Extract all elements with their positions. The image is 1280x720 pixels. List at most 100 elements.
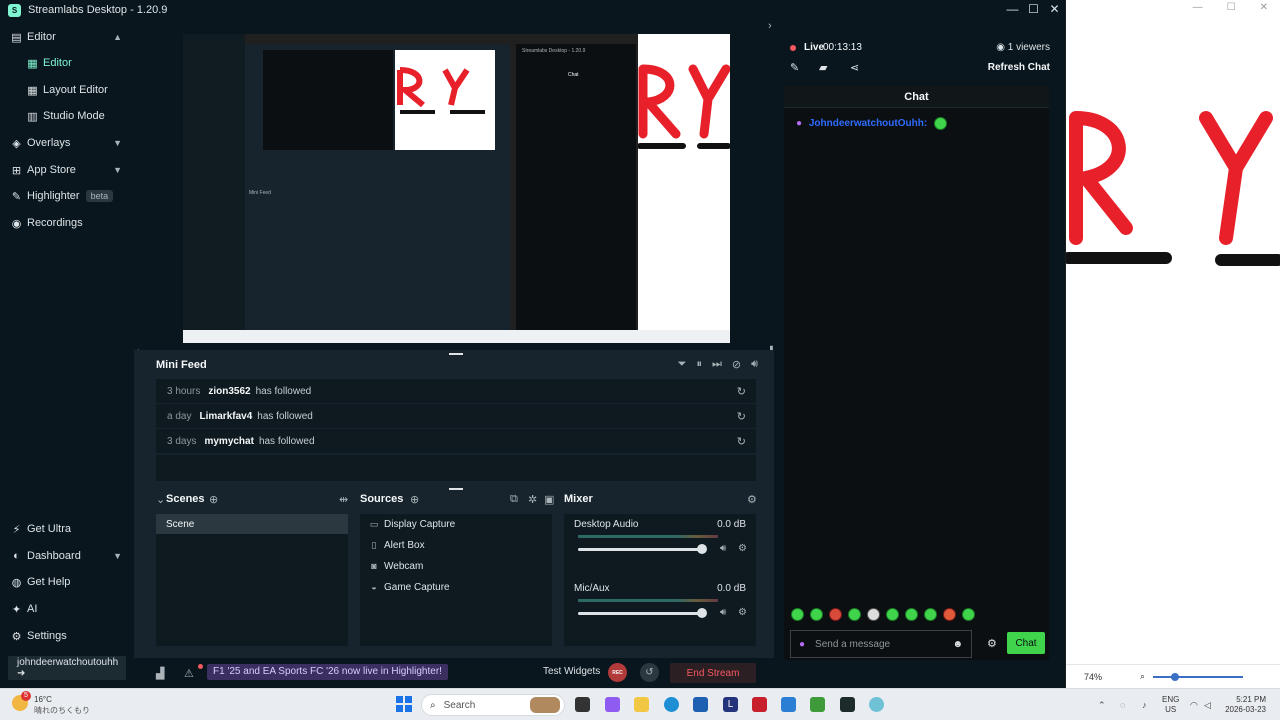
emote-icon[interactable] <box>791 608 804 621</box>
source-folder-icon[interactable]: ▣ <box>544 493 554 506</box>
collapse-right-icon[interactable]: › <box>768 20 772 32</box>
emote-icon[interactable] <box>829 608 842 621</box>
share-icon[interactable]: ⋖ <box>850 61 859 74</box>
test-widgets-button[interactable]: Test Widgets <box>543 666 600 677</box>
replay-icon[interactable]: ↻ <box>737 435 746 448</box>
app-l-icon[interactable]: L <box>723 697 738 712</box>
minimize-icon[interactable]: — <box>1002 0 1023 20</box>
input-language[interactable]: ENG US <box>1162 695 1179 715</box>
skip-icon[interactable]: ⏭ <box>712 358 722 371</box>
background-window-controls[interactable]: — ☐ ✕ <box>1181 0 1280 16</box>
announcement-banner[interactable]: F1 '25 and EA Sports FC '26 now live in … <box>207 664 448 680</box>
chevron-up-icon[interactable]: ▲ <box>113 32 122 42</box>
channel-settings-icon[interactable]: ⚙ <box>738 543 747 554</box>
chat-settings-icon[interactable]: ⚙ <box>987 637 997 650</box>
close-icon[interactable]: ✕ <box>1044 0 1065 20</box>
source-item[interactable]: ◙ Webcam <box>368 556 423 576</box>
emote-icon[interactable] <box>905 608 918 621</box>
volume-icon[interactable]: 🔊︎ <box>720 607 726 618</box>
chat-username[interactable]: JohndeerwatchoutOuhh <box>809 118 924 129</box>
sidebar-item-get-ultra[interactable]: ⚡ Get Ultra <box>0 516 134 542</box>
sidebar-item-editor-group[interactable]: ▤ Editor ▲ <box>0 24 134 50</box>
sidebar-item-overlays[interactable]: ◈ Overlays ▼ <box>0 130 134 156</box>
app-globe-icon[interactable] <box>869 697 884 712</box>
windows-start-icon[interactable] <box>396 696 412 712</box>
channel-settings-icon[interactable]: ⚙ <box>738 607 747 618</box>
bg-minimize-icon[interactable]: — <box>1193 2 1203 14</box>
replay-buffer-icon[interactable]: ↺ <box>640 663 659 682</box>
source-item[interactable]: ▭ Display Capture <box>368 514 455 534</box>
emote-icon[interactable] <box>886 608 899 621</box>
source-item[interactable]: ▯ Alert Box <box>368 535 425 555</box>
tray-mic-icon[interactable]: ♪ <box>1142 700 1147 710</box>
wifi-icon[interactable]: ◠ <box>1190 700 1198 711</box>
scene-item[interactable]: Scene <box>156 514 348 534</box>
tray-network-icon[interactable]: ◌ <box>1120 700 1125 710</box>
sidebar-item-settings[interactable]: ⚙ Settings <box>0 623 134 649</box>
chevron-down-icon[interactable]: ▼ <box>113 551 122 561</box>
sidebar-item-ai[interactable]: ✦ AI <box>0 596 134 622</box>
stream-preview[interactable]: Mini Feed Chat Streamlabs Desktop - 1.20… <box>183 34 730 343</box>
chevron-down-icon[interactable]: ▼ <box>113 138 122 148</box>
antivirus-icon[interactable] <box>752 697 767 712</box>
emote-icon[interactable] <box>962 608 975 621</box>
zoom-value[interactable]: 74% <box>1084 672 1102 682</box>
edit-icon[interactable]: ✎ <box>790 61 799 74</box>
add-scene-icon[interactable]: ⊕ <box>209 493 218 506</box>
user-account-button[interactable]: johndeerwatchoutouhh ➜ <box>8 656 126 680</box>
volume-slider[interactable] <box>578 612 702 615</box>
zoom-slider[interactable] <box>1153 672 1244 681</box>
pause-icon[interactable]: ⏸ <box>696 358 702 371</box>
filter-icon[interactable]: ⏷ <box>678 358 687 371</box>
scene-transitions-icon[interactable]: ⇹ <box>339 493 348 506</box>
tray-overflow-icon[interactable]: ⌃ <box>1098 700 1106 711</box>
sidebar-item-app-store[interactable]: ⊞ App Store ▼ <box>0 157 134 183</box>
volume-icon[interactable]: 🔊︎ <box>751 358 758 371</box>
replay-icon[interactable]: ↻ <box>737 410 746 423</box>
sidebar-item-recordings[interactable]: ◉ Recordings <box>0 210 134 236</box>
taskbar-search[interactable]: ⌕ Search <box>421 694 565 716</box>
refresh-chat-button[interactable]: Refresh Chat <box>988 62 1050 73</box>
chevron-down-icon[interactable]: ⌄ <box>156 493 165 506</box>
task-view-icon[interactable] <box>575 697 590 712</box>
end-stream-button[interactable]: End Stream <box>670 663 756 683</box>
bg-close-icon[interactable]: ✕ <box>1260 2 1268 14</box>
chat-send-button[interactable]: Chat <box>1007 632 1045 654</box>
volume-icon[interactable]: 🔊︎ <box>720 543 726 554</box>
source-group-icon[interactable]: ⧉ <box>510 493 518 506</box>
bg-maximize-icon[interactable]: ☐ <box>1227 2 1236 14</box>
store-icon[interactable] <box>693 697 708 712</box>
sidebar-item-layout-editor[interactable]: ▦ Layout Editor <box>0 77 134 103</box>
zoom-bar[interactable]: 74% ⌕ <box>1066 664 1280 688</box>
folder-icon[interactable]: ▰ <box>819 61 827 74</box>
edge-icon[interactable] <box>664 697 679 712</box>
paint-icon[interactable] <box>781 697 796 712</box>
sidebar-item-editor[interactable]: ▦ Editor <box>0 50 134 76</box>
streamlabs-taskbar-icon[interactable] <box>840 697 855 712</box>
sidebar-item-studio-mode[interactable]: ▥ Studio Mode <box>0 103 134 129</box>
sidebar-item-highlighter[interactable]: ✎ Highlighter beta <box>0 183 134 209</box>
clock[interactable]: 5:21 PM 2026-03-23 <box>1218 695 1266 715</box>
emote-icon[interactable] <box>867 608 880 621</box>
volume-slider-knob[interactable] <box>697 608 707 618</box>
zoom-search-icon[interactable]: ⌕ <box>1140 671 1145 682</box>
sidebar-item-get-help[interactable]: ◍ Get Help <box>0 569 134 595</box>
chevron-down-icon[interactable]: ▼ <box>113 165 122 175</box>
docks-drag-handle[interactable] <box>449 488 463 490</box>
sidebar-item-dashboard[interactable]: ◐ Dashboard ▼ <box>0 543 134 569</box>
copilot-icon[interactable] <box>605 697 620 712</box>
file-explorer-icon[interactable] <box>634 697 649 712</box>
mute-alerts-icon[interactable]: ⊘ <box>732 358 741 371</box>
source-item[interactable]: ◒ Game Capture <box>368 577 449 597</box>
mixer-settings-icon[interactable]: ⚙ <box>747 493 757 506</box>
source-fx-icon[interactable]: ✲ <box>528 493 537 506</box>
maximize-icon[interactable]: ☐ <box>1023 0 1044 20</box>
emoji-icon[interactable]: ☻ <box>952 639 963 650</box>
emote-icon[interactable] <box>810 608 823 621</box>
record-button[interactable]: REC <box>608 663 627 682</box>
replay-icon[interactable]: ↻ <box>737 385 746 398</box>
volume-slider-knob[interactable] <box>697 544 707 554</box>
add-source-icon[interactable]: ⊕ <box>410 493 419 506</box>
stats-icon[interactable]: ▟ <box>156 667 164 680</box>
volume-slider[interactable] <box>578 548 702 551</box>
